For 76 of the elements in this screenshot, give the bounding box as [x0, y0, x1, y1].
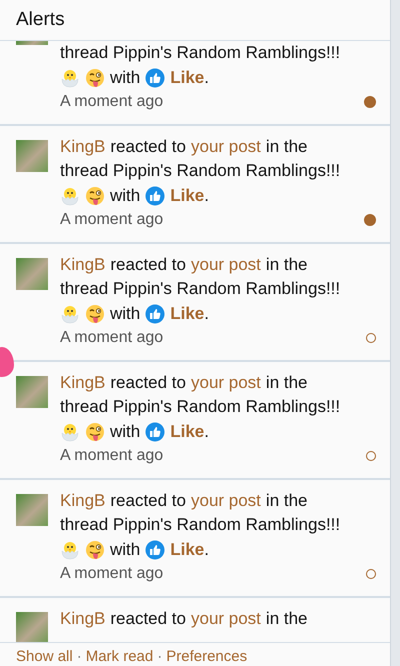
alert-text: with	[110, 186, 140, 206]
reaction-name: Like	[170, 304, 204, 324]
winking-tongue-face-icon	[85, 304, 105, 324]
avatar-photo-placeholder[interactable]	[16, 41, 48, 45]
period: .	[204, 186, 209, 206]
username-link[interactable]: KingB	[60, 372, 106, 393]
timestamp: A moment ago	[60, 447, 164, 466]
post-link[interactable]: your post	[190, 136, 261, 157]
read-status-dot[interactable]	[366, 569, 376, 580]
timestamp: A moment ago	[60, 565, 164, 584]
alert-text: reacted to	[110, 254, 186, 275]
period: .	[204, 68, 209, 88]
username-link[interactable]: KingB	[60, 254, 106, 275]
alert-text: with	[110, 68, 140, 88]
alert-text: with	[110, 304, 140, 324]
reaction-name: Like	[170, 422, 204, 442]
alert-text: with	[110, 540, 140, 560]
read-status-dot[interactable]	[366, 451, 376, 462]
hatching-chick-icon	[60, 186, 80, 206]
alert-text: in the	[266, 136, 308, 157]
alert-text: reacted to	[110, 490, 186, 511]
read-status-dot[interactable]	[366, 333, 376, 344]
reaction-name: Like	[170, 540, 204, 560]
username-link[interactable]: KingB	[60, 608, 106, 629]
alert-text: thread Pippin's Random Ramblings!!!	[60, 43, 340, 64]
avatar-photo-placeholder[interactable]	[16, 494, 48, 526]
timestamp: A moment ago	[60, 211, 164, 230]
winking-tongue-face-icon	[85, 68, 105, 88]
separator: ·	[157, 648, 162, 665]
alert-text: thread Pippin's Random Ramblings!!!	[60, 161, 340, 182]
timestamp: A moment ago	[60, 93, 164, 112]
reaction-name: Like	[170, 186, 204, 206]
period: .	[204, 304, 209, 324]
hatching-chick-icon	[60, 422, 80, 442]
period: .	[204, 540, 209, 560]
alert-text: thread Pippin's Random Ramblings!!!	[60, 279, 340, 300]
thumbs-up-icon	[145, 186, 166, 206]
winking-tongue-face-icon	[85, 422, 105, 442]
post-link[interactable]: your post	[190, 490, 261, 511]
period: .	[204, 422, 209, 442]
hatching-chick-icon	[60, 68, 80, 88]
separator: ·	[76, 648, 82, 665]
thumbs-up-icon	[145, 68, 166, 88]
post-link[interactable]: your post	[190, 254, 261, 275]
footer-link[interactable]: Preferences	[166, 648, 248, 665]
alert-text: reacted to	[110, 608, 186, 629]
alert-text: in the	[266, 608, 308, 629]
avatar-photo-placeholder[interactable]	[16, 258, 48, 290]
alert-text: thread Pippin's Random Ramblings!!!	[60, 397, 340, 418]
post-link[interactable]: your post	[190, 608, 261, 629]
read-status-dot[interactable]	[364, 214, 376, 226]
alert-text: in the	[266, 372, 308, 393]
alert-text: with	[110, 422, 140, 442]
username-link[interactable]: KingB	[60, 136, 106, 157]
thumbs-up-icon	[145, 540, 166, 560]
read-status-dot[interactable]	[364, 96, 376, 108]
thumbs-up-icon	[145, 422, 166, 442]
alert-text: in the	[266, 254, 308, 275]
winking-tongue-face-icon	[85, 186, 105, 206]
thumbs-up-icon	[145, 304, 166, 324]
avatar-photo-placeholder[interactable]	[16, 376, 48, 408]
hatching-chick-icon	[60, 304, 80, 324]
reaction-name: Like	[170, 68, 204, 88]
winking-tongue-face-icon	[85, 540, 105, 560]
avatar-photo-placeholder[interactable]	[16, 612, 48, 642]
post-link[interactable]: your post	[190, 372, 261, 393]
timestamp: A moment ago	[60, 329, 164, 348]
alert-text: reacted to	[110, 372, 186, 393]
footer-link[interactable]: Mark read	[86, 648, 154, 665]
alert-text: reacted to	[110, 136, 186, 157]
hatching-chick-icon	[60, 540, 80, 560]
username-link[interactable]: KingB	[60, 490, 106, 511]
alert-text: thread Pippin's Random Ramblings!!!	[60, 515, 340, 536]
alert-text: in the	[266, 490, 308, 511]
avatar-photo-placeholder[interactable]	[16, 140, 48, 172]
footer-link[interactable]: Show all	[16, 648, 73, 665]
